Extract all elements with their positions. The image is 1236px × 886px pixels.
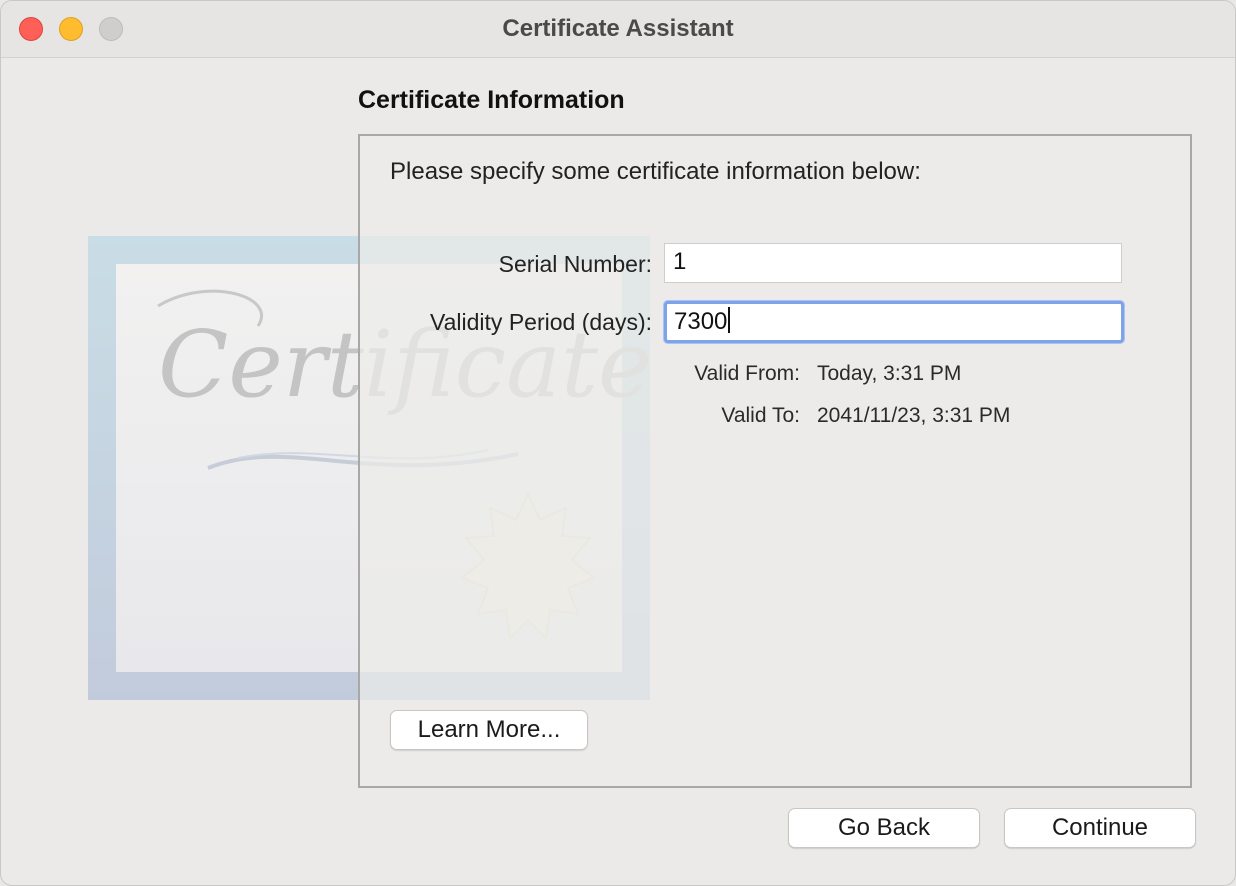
go-back-button[interactable]: Go Back: [788, 808, 980, 848]
serial-number-value: 1: [673, 248, 687, 275]
window-title: Certificate Assistant: [502, 15, 734, 42]
valid-to-label: Valid To:: [721, 404, 800, 427]
valid-from-label: Valid From:: [694, 362, 800, 385]
validity-period-value: 7300: [674, 308, 728, 335]
serial-number-field[interactable]: 1: [664, 243, 1122, 283]
validity-period-field[interactable]: 7300: [664, 301, 1124, 343]
valid-from-value: Today, 3:31 PM: [817, 362, 962, 385]
intro-text: Please specify some certificate informat…: [390, 158, 921, 185]
valid-to-value: 2041/11/23, 3:31 PM: [817, 404, 1011, 427]
serial-number-label: Serial Number:: [498, 251, 652, 277]
section-title: Certificate Information: [358, 86, 625, 114]
certificate-info-panel: [358, 134, 1192, 788]
title-bar: Certificate Assistant: [1, 1, 1235, 58]
text-cursor: [728, 307, 731, 333]
continue-button[interactable]: Continue: [1004, 808, 1196, 848]
validity-period-label: Validity Period (days):: [430, 309, 652, 335]
learn-more-button[interactable]: Learn More...: [390, 710, 588, 750]
